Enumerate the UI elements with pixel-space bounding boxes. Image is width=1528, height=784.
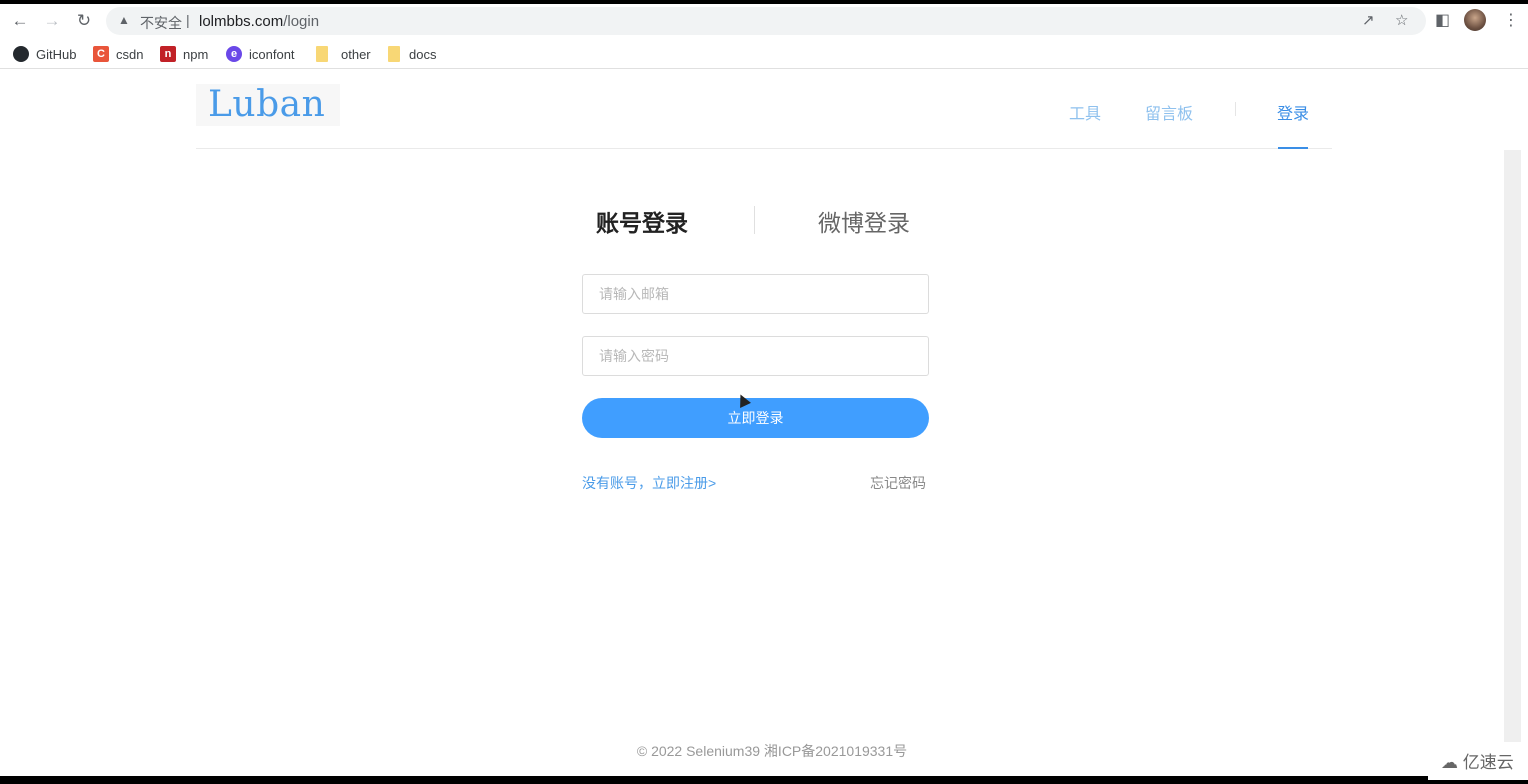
bookmark-label: GitHub (36, 46, 77, 62)
bookmark-label: other (341, 46, 371, 62)
warning-triangle-icon: ▲ (118, 13, 130, 27)
iconfont-icon: e (226, 46, 242, 62)
folder-icon (388, 46, 400, 62)
bookmark-label: iconfont (249, 46, 295, 62)
bottom-black-bar (0, 776, 1428, 784)
nav-item-login[interactable]: 登录 (1277, 100, 1309, 124)
page-content: Luban 工具 留言板 登录 账号登录 微博登录 立即登录 没有账号，立即注册… (0, 70, 1528, 780)
browser-window: ← → ↻ ▲ 不安全 | lolmbbs.com/login ↗ ☆ ◧ ⋮ … (0, 4, 1528, 780)
side-panel-icon[interactable]: ◧ (1435, 10, 1450, 30)
bookmark-csdn[interactable]: C csdn (93, 45, 143, 63)
bookmarks-bar: GitHub C csdn n npm e iconfont other doc… (0, 37, 1528, 69)
nav-item-tools[interactable]: 工具 (1069, 100, 1101, 124)
arrow-left-icon: ← (11, 11, 29, 30)
password-input[interactable] (582, 336, 929, 376)
nav-active-indicator (1278, 147, 1308, 149)
logo-text: Luban (208, 84, 326, 125)
tab-weibo-login[interactable]: 微博登录 (818, 204, 910, 238)
tab-divider (754, 206, 755, 234)
bookmark-label: docs (409, 46, 437, 62)
site-logo[interactable]: Luban (196, 84, 340, 126)
arrow-right-icon: → (43, 11, 61, 30)
csdn-icon: C (93, 46, 109, 62)
login-submit-button[interactable]: 立即登录 (582, 398, 929, 438)
page-scrollbar[interactable] (1504, 150, 1521, 742)
kebab-menu-icon[interactable]: ⋮ (1503, 10, 1519, 30)
bookmark-label: npm (183, 46, 209, 62)
back-button[interactable]: ← (9, 10, 31, 32)
reload-button[interactable]: ↻ (73, 10, 95, 32)
nav-divider (1235, 102, 1236, 116)
share-icon[interactable]: ↗ (1362, 11, 1375, 29)
avatar[interactable] (1464, 9, 1486, 31)
forgot-password-link[interactable]: 忘记密码 (870, 473, 926, 493)
star-icon[interactable]: ☆ (1395, 11, 1408, 29)
login-tabs: 账号登录 微博登录 (582, 200, 928, 240)
bookmark-github[interactable]: GitHub (13, 45, 76, 63)
security-status[interactable]: 不安全 (140, 13, 182, 33)
bookmark-folder-docs[interactable]: docs (388, 45, 436, 63)
browser-toolbar: ← → ↻ ▲ 不安全 | lolmbbs.com/login ↗ ☆ ◧ ⋮ (0, 4, 1528, 37)
watermark-text: 亿速云 (1462, 753, 1514, 772)
npm-icon: n (160, 46, 176, 62)
bookmark-folder-other[interactable]: other (316, 45, 371, 63)
reload-icon: ↻ (76, 11, 92, 30)
folder-icon (316, 46, 328, 62)
watermark: ☁ 亿速云 (1441, 748, 1514, 773)
github-icon (13, 46, 29, 62)
address-bar[interactable]: ▲ 不安全 | lolmbbs.com/login ↗ ☆ (106, 7, 1426, 35)
url-separator: | (186, 12, 190, 28)
url-path: /login (283, 13, 320, 30)
bookmark-label: csdn (116, 46, 144, 62)
cloud-logo-icon: ☁ (1441, 753, 1458, 772)
tab-account-login[interactable]: 账号登录 (596, 204, 688, 238)
url-text[interactable]: lolmbbs.com/login (199, 13, 319, 30)
bookmark-npm[interactable]: n npm (160, 45, 208, 63)
url-host: lolmbbs.com (199, 13, 284, 30)
forward-button[interactable]: → (41, 10, 63, 32)
nav-item-message-board[interactable]: 留言板 (1145, 100, 1193, 124)
bookmark-iconfont[interactable]: e iconfont (226, 45, 295, 63)
email-input[interactable] (582, 274, 929, 314)
register-link[interactable]: 没有账号，立即注册> (582, 473, 716, 493)
site-header: Luban 工具 留言板 登录 (196, 70, 1332, 149)
footer-copyright: © 2022 Selenium39 湘ICP备2021019331号 (636, 743, 908, 759)
